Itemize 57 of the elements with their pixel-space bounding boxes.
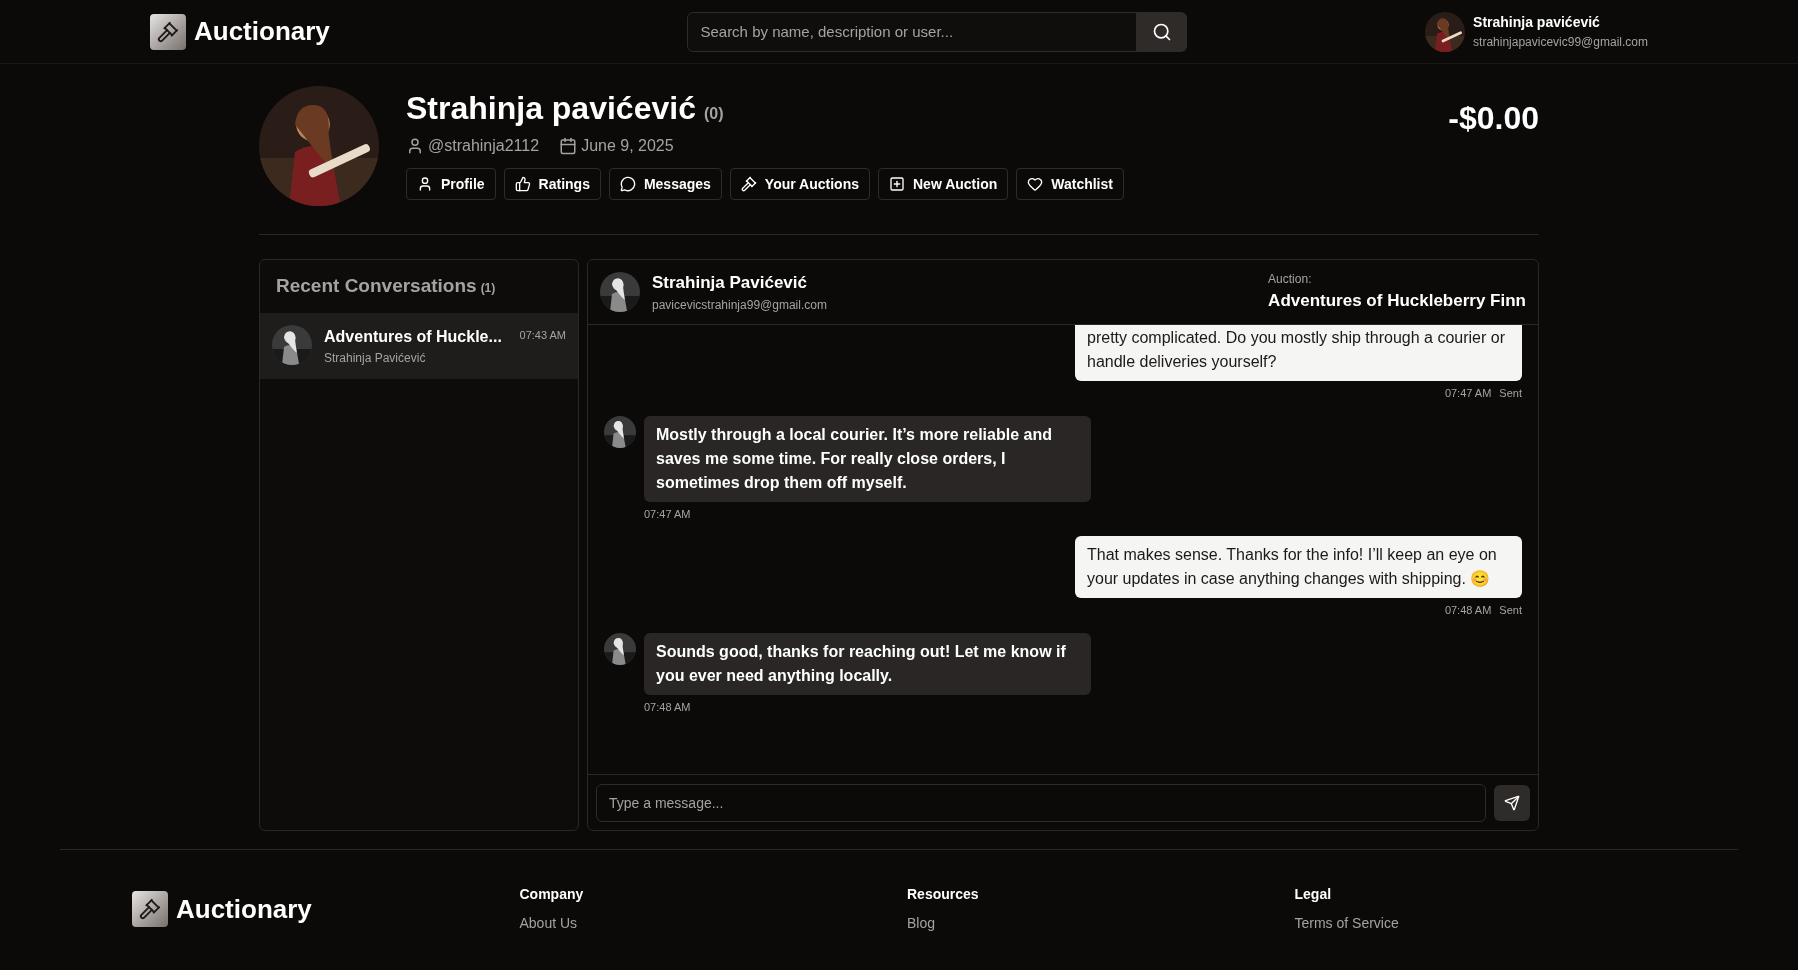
message-status: Sent bbox=[1499, 386, 1522, 401]
heart-icon bbox=[1027, 176, 1044, 192]
sent-message: That makes sense. Thanks for the info! I’ll keep an eye on your updates in case anything changes with shipping. 😊 bbox=[1075, 536, 1522, 598]
gavel-logo-icon bbox=[150, 13, 186, 50]
received-message: Mostly through a local courier. It’s more reliable and saves me some time. For really close orders, I sometimes drop them off myself. bbox=[644, 415, 1091, 502]
profile-name: Strahinja pavićević bbox=[406, 89, 696, 128]
footer-link[interactable]: Terms of Service bbox=[1294, 913, 1666, 934]
conversation-time: 07:43 AM bbox=[519, 327, 566, 343]
profile-tab[interactable]: Messages bbox=[608, 168, 722, 200]
rating-count: (0) bbox=[703, 104, 724, 124]
search-field[interactable]: Search by name, description or user... bbox=[687, 11, 1138, 52]
auction-title: Adventures of Huckleberry Finn bbox=[1268, 290, 1526, 313]
logo-text[interactable]: Auctionary bbox=[176, 889, 312, 929]
received-message: Sounds good, thanks for reaching out! Let me know if you ever need anything locally. bbox=[644, 632, 1091, 695]
chat-user-email: pavicevicstrahinja99@gmail.com bbox=[652, 296, 828, 314]
search-icon bbox=[1152, 21, 1173, 42]
chat-bubble-icon bbox=[619, 176, 636, 192]
user-name: Strahinja pavićević bbox=[1473, 13, 1601, 32]
profile-tab[interactable]: New Auction bbox=[878, 168, 1009, 200]
footer-link[interactable]: About Us bbox=[519, 913, 891, 934]
balance: -$0.00 bbox=[1448, 99, 1539, 138]
auction-label: Auction: bbox=[1268, 271, 1313, 289]
panel-title: Recent Conversations bbox=[276, 274, 477, 298]
plus-square-icon bbox=[889, 176, 905, 192]
message-status: Sent bbox=[1499, 603, 1522, 618]
sent-message: pretty complicated. Do you mostly ship through a courier or handle deliveries yourself? bbox=[1075, 325, 1522, 381]
gavel-logo-icon bbox=[132, 891, 168, 927]
footer-heading: Company bbox=[519, 885, 585, 904]
calendar-icon bbox=[559, 137, 578, 155]
chat-user-name: Strahinja Pavićević bbox=[652, 272, 808, 295]
username: @strahinja2112 bbox=[428, 136, 540, 156]
profile-tab[interactable]: Watchlist bbox=[1016, 168, 1124, 200]
footer-heading: Legal bbox=[1294, 885, 1333, 904]
conversation-count: (1) bbox=[480, 280, 496, 297]
conversation-user: Strahinja Pavićević bbox=[324, 349, 427, 367]
search-button[interactable] bbox=[1137, 11, 1188, 52]
footer-link[interactable]: Blog bbox=[907, 913, 1279, 934]
profile-tab[interactable]: Your Auctions bbox=[729, 168, 870, 200]
user-email: strahinjapavicevic99@gmail.com bbox=[1473, 34, 1648, 51]
gavel-icon bbox=[740, 176, 757, 192]
message-field[interactable]: Type a message... bbox=[596, 783, 1486, 822]
footer-heading: Resources bbox=[907, 885, 980, 904]
logo-text[interactable]: Auctionary bbox=[194, 12, 330, 51]
profile-tab[interactable]: Profile bbox=[406, 168, 496, 200]
user-icon bbox=[417, 176, 433, 192]
thumbs-up-icon bbox=[514, 176, 531, 192]
send-button[interactable] bbox=[1494, 784, 1530, 821]
profile-tab[interactable]: Ratings bbox=[503, 168, 601, 200]
send-icon bbox=[1504, 794, 1520, 811]
join-date: June 9, 2025 bbox=[581, 136, 674, 156]
message-time: 07:48 AM bbox=[644, 699, 692, 715]
message-time: 07:47 AM bbox=[1444, 386, 1492, 401]
message-time: 07:48 AM bbox=[1444, 603, 1492, 618]
conversation-title: Adventures of Huckle... bbox=[324, 326, 502, 347]
conversation-item[interactable]: Adventures of Huckle... 07:43 AM Strahinja Pavićević bbox=[260, 312, 578, 379]
message-time: 07:47 AM bbox=[644, 506, 692, 522]
user-icon bbox=[406, 137, 424, 155]
